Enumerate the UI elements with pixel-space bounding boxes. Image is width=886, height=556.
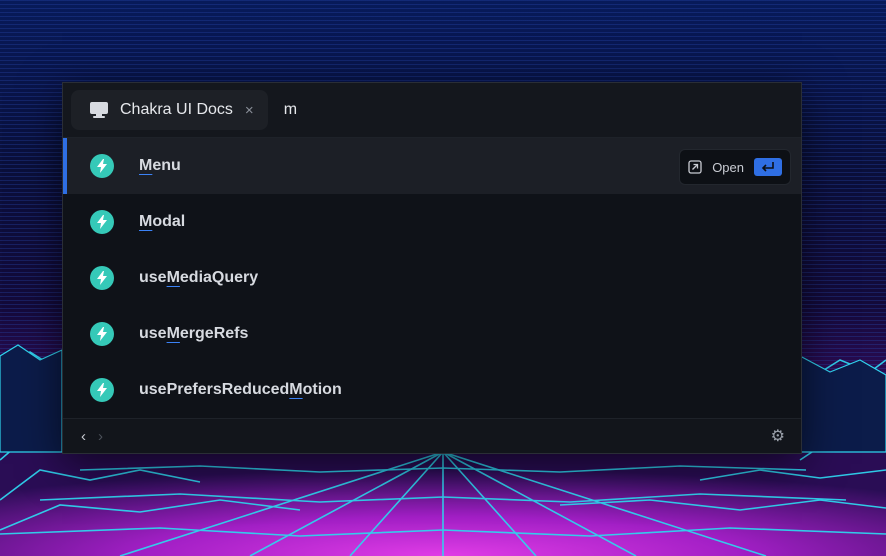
search-input[interactable]: m — [284, 101, 297, 119]
command-palette: Chakra UI Docs × m Menu Open Modal useMe… — [62, 82, 802, 454]
back-icon[interactable]: ‹ — [81, 428, 86, 445]
list-item[interactable]: useMergeRefs — [63, 306, 801, 362]
enter-key-icon — [754, 158, 782, 177]
external-link-icon — [688, 160, 702, 175]
result-label: Menu — [139, 157, 181, 175]
list-item[interactable]: usePrefersReducedMotion — [63, 362, 801, 418]
scope-chip-label: Chakra UI Docs — [120, 101, 233, 119]
list-item[interactable]: Modal — [63, 194, 801, 250]
close-icon[interactable]: × — [245, 102, 254, 119]
lightning-icon — [90, 322, 114, 347]
result-label: useMediaQuery — [139, 269, 259, 287]
lightning-icon — [90, 210, 114, 235]
open-action-button[interactable]: Open — [679, 149, 791, 186]
palette-footer: ‹ › ⚙ — [63, 418, 801, 453]
gear-icon[interactable]: ⚙ — [771, 426, 785, 446]
result-label: useMergeRefs — [139, 325, 249, 343]
open-action-label: Open — [712, 159, 744, 175]
lightning-icon — [90, 154, 114, 179]
monitor-icon — [89, 100, 109, 120]
results-list: Menu Open Modal useMediaQuery useMergeRe… — [63, 138, 801, 418]
result-label: usePrefersReducedMotion — [139, 381, 342, 399]
list-item[interactable]: Menu Open — [63, 138, 801, 195]
list-item[interactable]: useMediaQuery — [63, 250, 801, 306]
lightning-icon — [90, 266, 114, 291]
search-bar: Chakra UI Docs × m — [63, 83, 801, 139]
scope-chip[interactable]: Chakra UI Docs × — [71, 90, 268, 131]
lightning-icon — [90, 378, 114, 403]
result-label: Modal — [139, 213, 186, 231]
forward-icon[interactable]: › — [98, 428, 103, 445]
